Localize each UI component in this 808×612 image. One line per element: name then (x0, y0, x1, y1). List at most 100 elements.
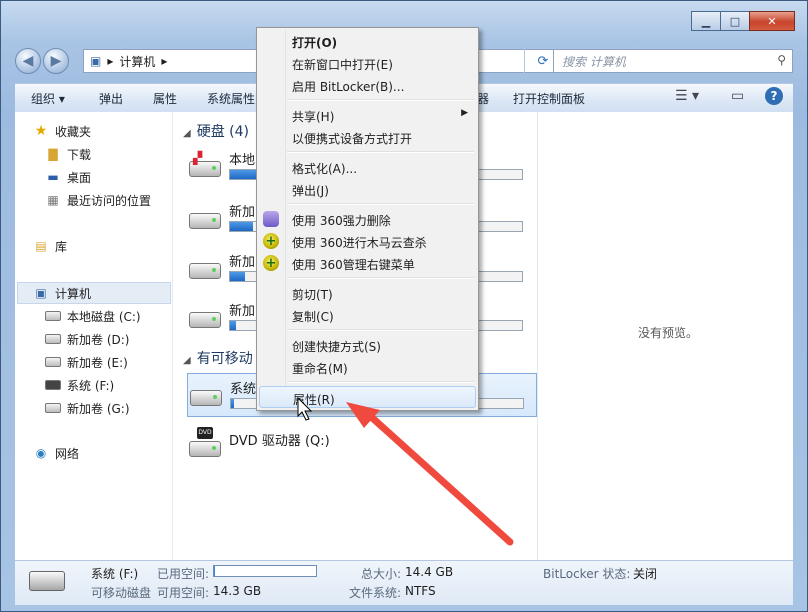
drive-icon (45, 331, 61, 347)
drive-name: 系统 (230, 382, 257, 397)
sidebar-item-drive-g[interactable]: 新加卷 (G:) (45, 398, 130, 418)
menu-separator (287, 203, 474, 205)
drive-name: 新加 (229, 304, 256, 319)
collapse-triangle-icon: ◢ (183, 355, 191, 366)
sidebar-label: 下载 (67, 147, 92, 162)
eject-button[interactable]: 弹出 (99, 90, 123, 107)
details-fs-label: 文件系统: (349, 586, 402, 600)
back-button[interactable]: ◀ (15, 48, 41, 74)
sidebar-item-computer[interactable]: ▣ 计算机 (33, 283, 91, 303)
menu-item-label: 打开(O) (292, 36, 338, 50)
menu-separator (287, 151, 474, 153)
menu-separator (287, 277, 474, 279)
details-bitlocker-label: BitLocker 状态: (543, 567, 631, 581)
address-segment-computer[interactable]: 计算机 (119, 53, 155, 70)
star-icon: ★ (34, 123, 48, 139)
menu-item-360-scan[interactable]: + 使用 360进行木马云查杀 (259, 230, 476, 252)
desktop-icon: ▬ (47, 170, 59, 184)
sidebar-item-recent[interactable]: ▦ 最近访问的位置 (45, 190, 151, 210)
details-free-value: 14.3 GB (213, 584, 262, 598)
menu-item-cut[interactable]: 剪切(T) (259, 282, 476, 304)
collapse-triangle-icon: ◢ (183, 128, 191, 139)
sidebar-item-downloads[interactable]: ▇ 下载 (45, 144, 91, 164)
preview-pane-icon[interactable]: ▭ (731, 88, 744, 104)
drive-name: 新加 (229, 255, 256, 270)
menu-item-portable-device[interactable]: 以便携式设备方式打开 (259, 126, 476, 148)
sidebar-item-drive-d[interactable]: 新加卷 (D:) (45, 329, 129, 349)
menu-item-360-delete[interactable]: 使用 360强力删除 (259, 208, 476, 230)
drive-name: 本地 (229, 153, 256, 168)
drive-name: 新加 (229, 205, 256, 220)
sidebar-item-drive-e[interactable]: 新加卷 (E:) (45, 352, 128, 372)
address-sep-1[interactable]: ▸ (107, 54, 113, 68)
context-menu: 打开(O) 在新窗口中打开(E) 启用 BitLocker(B)... 共享(H… (256, 27, 479, 411)
menu-item-properties[interactable]: 属性(R) (259, 386, 476, 408)
sidebar-item-libraries[interactable]: ▤ 库 (33, 236, 67, 256)
view-options-icon[interactable]: ☰ ▾ (675, 88, 699, 104)
hdd-group-header[interactable]: ◢ 硬盘 (4) (183, 121, 249, 141)
system-properties-button[interactable]: 系统属性 (207, 90, 255, 107)
address-sep-2[interactable]: ▸ (161, 54, 167, 68)
menu-item-label: 重命名(M) (292, 362, 348, 376)
menu-item-label: 使用 360管理右键菜单 (292, 258, 415, 272)
menu-item-copy[interactable]: 复制(C) (259, 304, 476, 326)
menu-item-share[interactable]: 共享(H) ▶ (259, 104, 476, 126)
menu-item-eject[interactable]: 弹出(J) (259, 178, 476, 200)
sidebar-item-desktop[interactable]: ▬ 桌面 (45, 167, 91, 187)
windows-drive-icon (45, 308, 61, 324)
close-button[interactable]: ✕ (749, 11, 795, 31)
removable-drive-icon (45, 377, 61, 393)
menu-item-360-menu-manager[interactable]: + 使用 360管理右键菜单 (259, 252, 476, 274)
properties-button[interactable]: 属性 (153, 90, 177, 107)
details-pane: 系统 (F:) 可移动磁盘 已用空间: 可用空间: 14.3 GB 总大小: 1… (15, 560, 793, 605)
minimize-button[interactable]: ▁ (691, 11, 721, 31)
menu-separator (287, 329, 474, 331)
removable-group-header[interactable]: ◢ 有可移动 (183, 348, 253, 368)
sidebar-label: 本地磁盘 (C:) (67, 309, 141, 324)
details-usage-bar (213, 565, 317, 577)
sidebar-label: 新加卷 (G:) (67, 401, 130, 416)
details-total-value: 14.4 GB (405, 565, 454, 579)
drive-icon (45, 400, 61, 416)
sidebar-item-favorites[interactable]: ★ 收藏夹 (33, 121, 91, 141)
menu-item-open[interactable]: 打开(O) (259, 30, 476, 52)
menu-item-label: 创建快捷方式(S) (292, 340, 381, 354)
forward-arrow-icon: ▶ (50, 53, 62, 69)
menu-item-format[interactable]: 格式化(A)... (259, 156, 476, 178)
maximize-button[interactable]: □ (720, 11, 750, 31)
drive-icon (187, 304, 221, 330)
back-arrow-icon: ◀ (22, 53, 34, 69)
menu-separator (287, 381, 474, 383)
group-label: 硬盘 (4) (196, 124, 249, 140)
details-total-label: 总大小: (361, 567, 402, 581)
control-panel-button[interactable]: 打开控制面板 (513, 90, 585, 107)
details-fs-value: NTFS (405, 584, 436, 598)
help-icon[interactable]: ? (765, 87, 783, 105)
search-icon[interactable]: ⚲ (777, 53, 786, 67)
group-label: 有可移动 (196, 351, 253, 367)
forward-button[interactable]: ▶ (43, 48, 69, 74)
360-security-icon: + (263, 255, 279, 271)
menu-item-open-new-window[interactable]: 在新窗口中打开(E) (259, 52, 476, 74)
sidebar-item-drive-f[interactable]: 系统 (F:) (45, 375, 114, 395)
preview-empty-text: 没有预览。 (638, 326, 699, 340)
menu-item-create-shortcut[interactable]: 创建快捷方式(S) (259, 334, 476, 356)
details-name: 系统 (F:) (91, 567, 139, 581)
organize-button[interactable]: 组织 ▾ (31, 90, 65, 107)
sidebar-item-network[interactable]: ◉ 网络 (33, 443, 79, 463)
drive-name: DVD 驱动器 (Q:) (229, 434, 330, 449)
menu-item-label: 使用 360强力删除 (292, 214, 391, 228)
drive-tile-dvd[interactable]: DVD DVD 驱动器 (Q:) (187, 425, 537, 469)
sidebar-label: 新加卷 (D:) (67, 332, 130, 347)
sidebar-label: 新加卷 (E:) (67, 355, 128, 370)
menu-item-label: 以便携式设备方式打开 (292, 132, 413, 146)
preview-pane: 没有预览。 (537, 112, 793, 560)
menu-separator (287, 99, 474, 101)
sidebar-item-drive-c[interactable]: 本地磁盘 (C:) (45, 306, 141, 326)
window-controls: ▁ □ ✕ (691, 11, 795, 31)
search-input[interactable]: 搜索 计算机 ⚲ (553, 49, 793, 73)
menu-item-rename[interactable]: 重命名(M) (259, 356, 476, 378)
computer-icon: ▣ (35, 286, 47, 300)
menu-item-bitlocker[interactable]: 启用 BitLocker(B)... (259, 74, 476, 96)
details-free-label: 可用空间: (157, 586, 210, 600)
